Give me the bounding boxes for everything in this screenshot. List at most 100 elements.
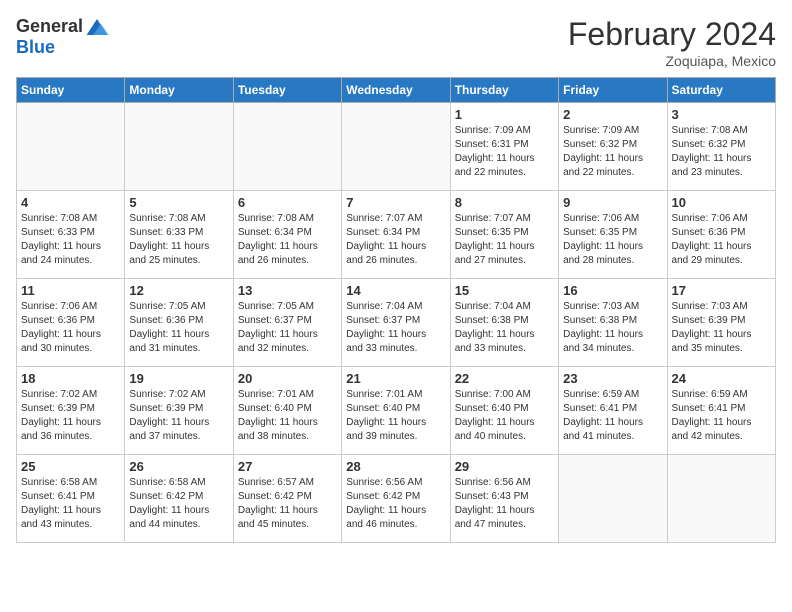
calendar-table: Sunday Monday Tuesday Wednesday Thursday… xyxy=(16,77,776,543)
day-number: 15 xyxy=(455,283,554,298)
header-wednesday: Wednesday xyxy=(342,78,450,103)
day-number: 19 xyxy=(129,371,228,386)
day-number: 13 xyxy=(238,283,337,298)
day-info: Sunrise: 7:06 AMSunset: 6:36 PMDaylight:… xyxy=(21,300,120,356)
table-row: 4Sunrise: 7:08 AMSunset: 6:33 PMDaylight… xyxy=(17,191,125,279)
table-row: 24 Sunrise: 6:59 AMSunset: 6:41 PMDayligh… xyxy=(667,367,775,455)
day-info: Sunrise: 6:56 AMSunset: 6:42 PMDaylight:… xyxy=(346,476,445,532)
day-info: Sunrise: 7:08 AMSunset: 6:33 PMDaylight:… xyxy=(21,212,120,268)
table-row: 5 Sunrise: 7:08 AMSunset: 6:33 PMDaylight… xyxy=(125,191,233,279)
day-info: Sunrise: 7:01 AMSunset: 6:40 PMDaylight:… xyxy=(238,388,337,444)
table-row: 14 Sunrise: 7:04 AMSunset: 6:37 PMDayligh… xyxy=(342,279,450,367)
table-row: 23Sunrise: 6:59 AMSunset: 6:41 PMDayligh… xyxy=(559,367,667,455)
table-row: 12 Sunrise: 7:05 AMSunset: 6:36 PMDayligh… xyxy=(125,279,233,367)
calendar-week-row: 4Sunrise: 7:08 AMSunset: 6:33 PMDaylight… xyxy=(17,191,776,279)
day-info: Sunrise: 7:02 AMSunset: 6:39 PMDaylight:… xyxy=(21,388,120,444)
day-number: 27 xyxy=(238,459,337,474)
day-number: 14 xyxy=(346,283,445,298)
day-number: 26 xyxy=(129,459,228,474)
table-row: 22 Sunrise: 7:00 AMSunset: 6:40 PMDayligh… xyxy=(450,367,558,455)
header-sunday: Sunday xyxy=(17,78,125,103)
header-saturday: Saturday xyxy=(667,78,775,103)
title-section: February 2024 Zoquiapa, Mexico xyxy=(568,16,776,69)
table-row: 7 Sunrise: 7:07 AMSunset: 6:34 PMDaylight… xyxy=(342,191,450,279)
day-info: Sunrise: 6:57 AMSunset: 6:42 PMDaylight:… xyxy=(238,476,337,532)
day-info: Sunrise: 6:58 AMSunset: 6:42 PMDaylight:… xyxy=(129,476,228,532)
calendar-week-row: 18 Sunrise: 7:02 AMSunset: 6:39 PMDayligh… xyxy=(17,367,776,455)
table-row: 21 Sunrise: 7:01 AMSunset: 6:40 PMDayligh… xyxy=(342,367,450,455)
day-info: Sunrise: 7:03 AMSunset: 6:38 PMDaylight:… xyxy=(563,300,662,356)
logo-icon xyxy=(85,17,109,37)
day-number: 25 xyxy=(21,459,120,474)
day-info: Sunrise: 6:58 AMSunset: 6:41 PMDaylight:… xyxy=(21,476,120,532)
day-number: 16 xyxy=(563,283,662,298)
day-info: Sunrise: 7:02 AMSunset: 6:39 PMDaylight:… xyxy=(129,388,228,444)
day-number: 20 xyxy=(238,371,337,386)
month-title: February 2024 xyxy=(568,16,776,53)
day-info: Sunrise: 7:07 AMSunset: 6:34 PMDaylight:… xyxy=(346,212,445,268)
table-row: 27 Sunrise: 6:57 AMSunset: 6:42 PMDayligh… xyxy=(233,455,341,543)
table-row: 2 Sunrise: 7:09 AMSunset: 6:32 PMDaylight… xyxy=(559,103,667,191)
table-row: 18 Sunrise: 7:02 AMSunset: 6:39 PMDayligh… xyxy=(17,367,125,455)
table-row xyxy=(667,455,775,543)
day-number: 5 xyxy=(129,195,228,210)
day-info: Sunrise: 7:08 AMSunset: 6:34 PMDaylight:… xyxy=(238,212,337,268)
day-number: 9 xyxy=(563,195,662,210)
table-row xyxy=(233,103,341,191)
day-info: Sunrise: 7:04 AMSunset: 6:37 PMDaylight:… xyxy=(346,300,445,356)
day-number: 2 xyxy=(563,107,662,122)
table-row xyxy=(125,103,233,191)
day-info: Sunrise: 7:05 AMSunset: 6:36 PMDaylight:… xyxy=(129,300,228,356)
day-info: Sunrise: 7:08 AMSunset: 6:32 PMDaylight:… xyxy=(672,124,771,180)
table-row: 28 Sunrise: 6:56 AMSunset: 6:42 PMDayligh… xyxy=(342,455,450,543)
table-row xyxy=(559,455,667,543)
day-info: Sunrise: 7:09 AMSunset: 6:32 PMDaylight:… xyxy=(563,124,662,180)
table-row: 25 Sunrise: 6:58 AMSunset: 6:41 PMDayligh… xyxy=(17,455,125,543)
day-number: 21 xyxy=(346,371,445,386)
location-subtitle: Zoquiapa, Mexico xyxy=(568,53,776,69)
day-info: Sunrise: 7:05 AMSunset: 6:37 PMDaylight:… xyxy=(238,300,337,356)
header-friday: Friday xyxy=(559,78,667,103)
day-number: 29 xyxy=(455,459,554,474)
day-info: Sunrise: 7:08 AMSunset: 6:33 PMDaylight:… xyxy=(129,212,228,268)
table-row: 16 Sunrise: 7:03 AMSunset: 6:38 PMDayligh… xyxy=(559,279,667,367)
table-row: 3 Sunrise: 7:08 AMSunset: 6:32 PMDaylight… xyxy=(667,103,775,191)
table-row xyxy=(17,103,125,191)
table-row: 6 Sunrise: 7:08 AMSunset: 6:34 PMDaylight… xyxy=(233,191,341,279)
day-info: Sunrise: 6:56 AMSunset: 6:43 PMDaylight:… xyxy=(455,476,554,532)
table-row: 26 Sunrise: 6:58 AMSunset: 6:42 PMDayligh… xyxy=(125,455,233,543)
day-number: 22 xyxy=(455,371,554,386)
day-info: Sunrise: 7:07 AMSunset: 6:35 PMDaylight:… xyxy=(455,212,554,268)
day-info: Sunrise: 7:06 AMSunset: 6:36 PMDaylight:… xyxy=(672,212,771,268)
header-monday: Monday xyxy=(125,78,233,103)
header-thursday: Thursday xyxy=(450,78,558,103)
day-info: Sunrise: 7:06 AMSunset: 6:35 PMDaylight:… xyxy=(563,212,662,268)
table-row: 15 Sunrise: 7:04 AMSunset: 6:38 PMDayligh… xyxy=(450,279,558,367)
day-number: 17 xyxy=(672,283,771,298)
day-number: 3 xyxy=(672,107,771,122)
day-info: Sunrise: 7:04 AMSunset: 6:38 PMDaylight:… xyxy=(455,300,554,356)
day-info: Sunrise: 7:09 AMSunset: 6:31 PMDaylight:… xyxy=(455,124,554,180)
day-number: 8 xyxy=(455,195,554,210)
calendar-week-row: 25 Sunrise: 6:58 AMSunset: 6:41 PMDayligh… xyxy=(17,455,776,543)
day-number: 12 xyxy=(129,283,228,298)
day-info: Sunrise: 6:59 AMSunset: 6:41 PMDaylight:… xyxy=(672,388,771,444)
day-number: 18 xyxy=(21,371,120,386)
day-number: 1 xyxy=(455,107,554,122)
table-row: 9 Sunrise: 7:06 AMSunset: 6:35 PMDaylight… xyxy=(559,191,667,279)
calendar-header-row: Sunday Monday Tuesday Wednesday Thursday… xyxy=(17,78,776,103)
day-number: 24 xyxy=(672,371,771,386)
table-row: 8 Sunrise: 7:07 AMSunset: 6:35 PMDaylight… xyxy=(450,191,558,279)
day-info: Sunrise: 7:00 AMSunset: 6:40 PMDaylight:… xyxy=(455,388,554,444)
day-number: 7 xyxy=(346,195,445,210)
table-row: 29 Sunrise: 6:56 AMSunset: 6:43 PMDayligh… xyxy=(450,455,558,543)
table-row: 20 Sunrise: 7:01 AMSunset: 6:40 PMDayligh… xyxy=(233,367,341,455)
table-row xyxy=(342,103,450,191)
day-number: 6 xyxy=(238,195,337,210)
day-info: Sunrise: 7:01 AMSunset: 6:40 PMDaylight:… xyxy=(346,388,445,444)
day-number: 23 xyxy=(563,371,662,386)
table-row: 1 Sunrise: 7:09 AMSunset: 6:31 PMDaylight… xyxy=(450,103,558,191)
day-number: 28 xyxy=(346,459,445,474)
logo: General Blue xyxy=(16,16,109,58)
day-info: Sunrise: 7:03 AMSunset: 6:39 PMDaylight:… xyxy=(672,300,771,356)
